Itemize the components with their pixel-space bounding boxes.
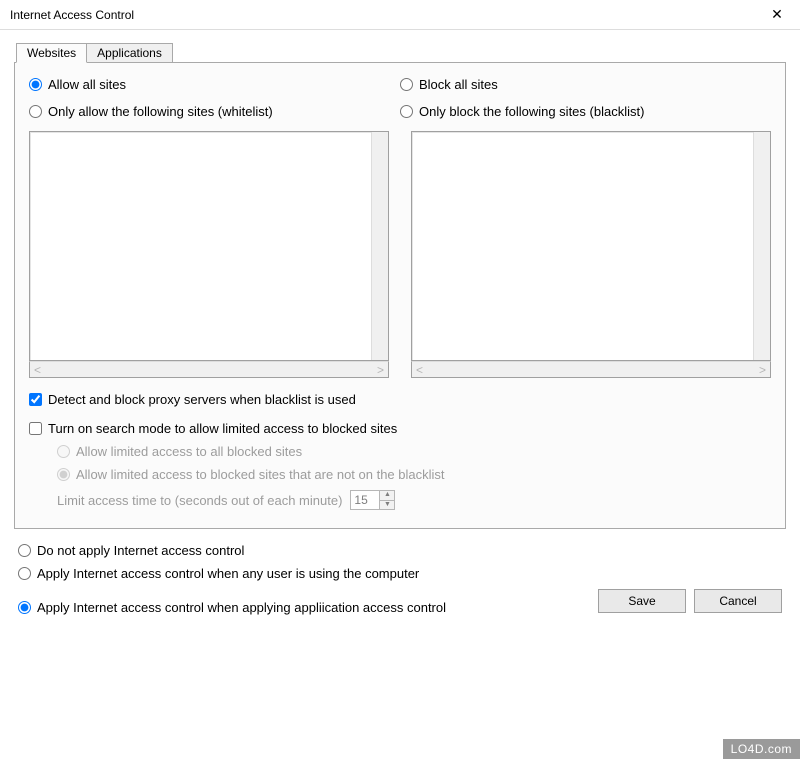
whitelist-vscroll[interactable] [371,132,388,360]
radio-apply-any-user-label: Apply Internet access control when any u… [37,566,419,581]
apply-section: Do not apply Internet access control App… [14,543,786,615]
radio-limited-all: Allow limited access to all blocked site… [57,444,771,459]
check-search-mode-label: Turn on search mode to allow limited acc… [48,421,397,436]
whitelist-hscroll[interactable]: < > [29,361,389,378]
radio-allow-all-label: Allow all sites [48,77,126,92]
radio-whitelist[interactable]: Only allow the following sites (whitelis… [29,104,400,119]
close-button[interactable]: ✕ [762,6,792,23]
limit-access-label: Limit access time to (seconds out of eac… [57,493,342,508]
tab-strip: Websites Applications [16,42,786,62]
check-detect-proxy-input[interactable] [29,393,42,406]
spinner-down-icon: ▼ [380,501,394,510]
tab-websites[interactable]: Websites [16,43,87,63]
radio-apply-app-control-input[interactable] [18,601,31,614]
radio-limited-all-input [57,445,70,458]
radio-blacklist[interactable]: Only block the following sites (blacklis… [400,104,771,119]
whitelist-box[interactable] [29,131,389,361]
radio-blacklist-input[interactable] [400,105,413,118]
radio-block-all-input[interactable] [400,78,413,91]
blacklist-vscroll[interactable] [753,132,770,360]
check-detect-proxy-label: Detect and block proxy servers when blac… [48,392,356,407]
site-lists: < > < > [29,131,771,378]
radio-allow-all-input[interactable] [29,78,42,91]
radio-whitelist-label: Only allow the following sites (whitelis… [48,104,273,119]
radio-apply-none-input[interactable] [18,544,31,557]
radio-apply-any-user-input[interactable] [18,567,31,580]
limit-access-input [351,491,379,509]
limited-access-section: Allow limited access to all blocked site… [57,444,771,510]
radio-allow-all[interactable]: Allow all sites [29,77,400,92]
apply-radios: Do not apply Internet access control App… [18,543,782,615]
limit-access-row: Limit access time to (seconds out of eac… [57,490,771,510]
scroll-left-icon[interactable]: < [416,363,423,377]
check-search-mode[interactable]: Turn on search mode to allow limited acc… [29,421,771,436]
scroll-right-icon[interactable]: > [759,363,766,377]
blacklist-box[interactable] [411,131,771,361]
save-button[interactable]: Save [598,589,686,613]
whitelist-box-wrap: < > [29,131,389,378]
spinner-buttons: ▲ ▼ [379,491,394,509]
cancel-button[interactable]: Cancel [694,589,782,613]
radio-block-all-label: Block all sites [419,77,498,92]
radio-block-all[interactable]: Block all sites [400,77,771,92]
whitelist-content[interactable] [30,132,371,360]
window-title: Internet Access Control [10,8,134,22]
blacklist-content[interactable] [412,132,753,360]
spinner-up-icon: ▲ [380,491,394,501]
blacklist-hscroll[interactable]: < > [411,361,771,378]
radio-apply-app-control[interactable]: Apply Internet access control when apply… [18,600,446,615]
title-bar: Internet Access Control ✕ [0,0,800,30]
radio-limited-notblacklist-input [57,468,70,481]
radio-apply-none-label: Do not apply Internet access control [37,543,244,558]
scroll-left-icon[interactable]: < [34,363,41,377]
websites-panel: Allow all sites Only allow the following… [14,62,786,529]
check-search-mode-input[interactable] [29,422,42,435]
radio-limited-all-label: Allow limited access to all blocked site… [76,444,302,459]
limit-access-spinner: ▲ ▼ [350,490,395,510]
tab-applications[interactable]: Applications [86,43,173,63]
client-area: Websites Applications Allow all sites On… [0,30,800,629]
radio-apply-app-control-label: Apply Internet access control when apply… [37,600,446,615]
watermark: LO4D.com [723,739,800,759]
radio-limited-notblacklist-label: Allow limited access to blocked sites th… [76,467,445,482]
blacklist-box-wrap: < > [411,131,771,378]
radio-blacklist-label: Only block the following sites (blacklis… [419,104,644,119]
radio-whitelist-input[interactable] [29,105,42,118]
check-detect-proxy[interactable]: Detect and block proxy servers when blac… [29,392,771,407]
radio-apply-none[interactable]: Do not apply Internet access control [18,543,782,558]
radio-apply-any-user[interactable]: Apply Internet access control when any u… [18,566,782,581]
button-bar: Save Cancel [598,589,782,615]
radio-limited-notblacklist: Allow limited access to blocked sites th… [57,467,771,482]
scroll-right-icon[interactable]: > [377,363,384,377]
site-mode-radios: Allow all sites Only allow the following… [29,77,771,131]
